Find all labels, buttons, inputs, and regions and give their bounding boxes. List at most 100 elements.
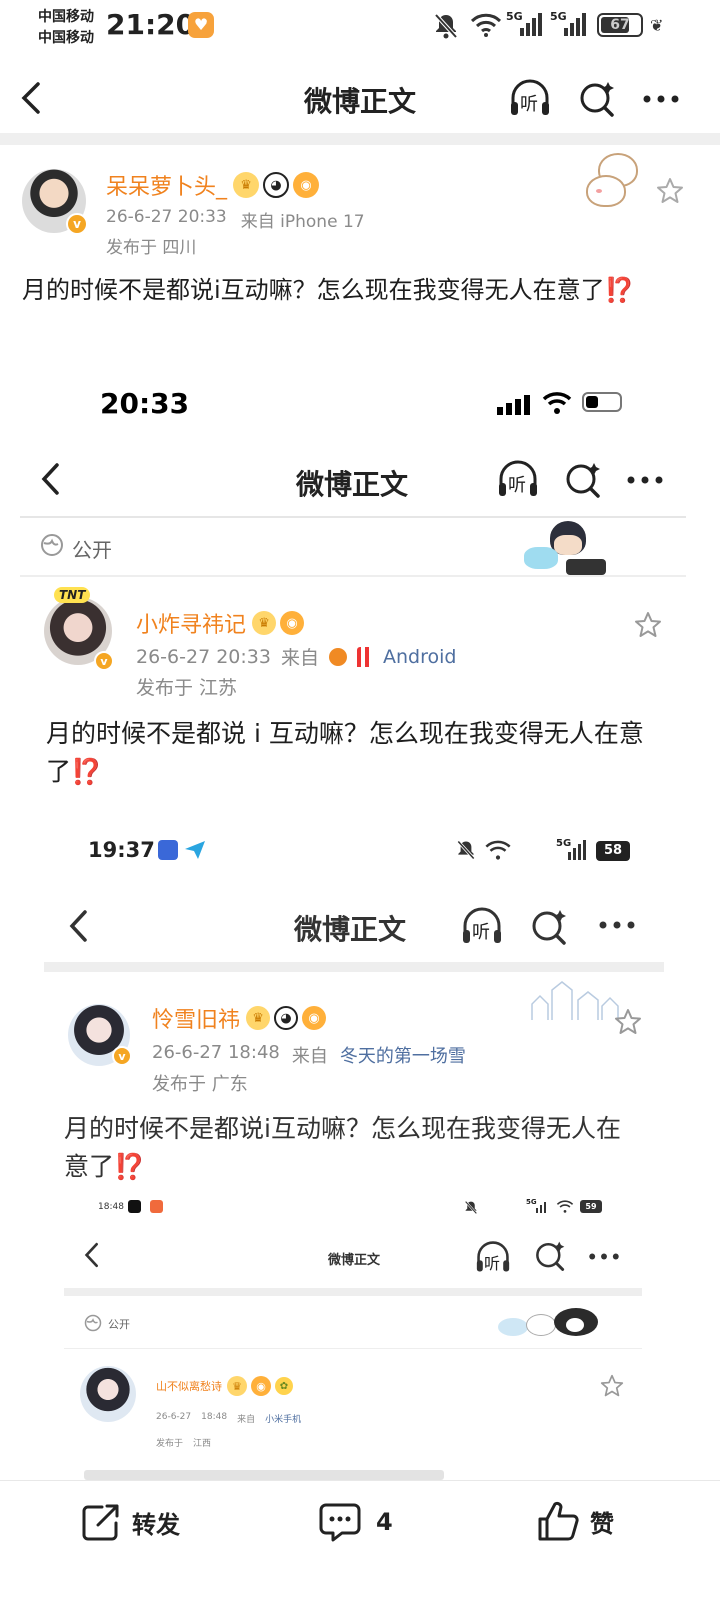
shot3-tiktok-icon <box>128 1200 141 1213</box>
shot2-meta: 26-6-27 18:48 来自 冬天的第一场雪 <box>152 1042 466 1068</box>
shot1-battery-icon <box>582 392 622 412</box>
shot3-author-row: 山不似离愁诗 ♛ ◉ ✿ <box>156 1376 293 1396</box>
shot2-baidu-icon <box>158 840 178 860</box>
shot2-signal-icon: 5G <box>556 838 590 862</box>
app-notification-icon: ♥ <box>188 12 214 38</box>
cat-sticker <box>584 153 646 209</box>
shot1-crown-icon: ♛ <box>252 611 277 635</box>
listen-label: 听 <box>520 94 538 115</box>
shot1-timestamp: 26-6-27 20:33 <box>136 645 271 668</box>
more-button[interactable] <box>642 94 680 104</box>
post-meta: 26-6-27 20:33 来自 iPhone 17 <box>106 207 365 232</box>
shot2-wifi-icon <box>484 840 512 860</box>
embedded-screenshot-1: 20:33 微博正文 听 公开 TNT v 小炸寻祎记 ♛ ◉ 26-6-27 … <box>0 375 720 815</box>
shot2-author-row: 怜雪旧祎 ♛ ◕ ◉ <box>152 1002 327 1034</box>
shot2-divider <box>44 962 664 972</box>
fish-icon: ◉ <box>293 172 320 198</box>
shot2-verified-badge: v <box>112 1046 132 1066</box>
shot1-globe-icon <box>40 533 64 557</box>
shot1-page-title: 微博正文 <box>296 468 409 501</box>
shot2-author-name[interactable]: 怜雪旧祎 <box>152 1002 240 1034</box>
shot3-time: 18:48 <box>98 1202 124 1212</box>
shot1-favorite-star-icon[interactable] <box>634 611 662 639</box>
favorite-star-icon[interactable] <box>656 177 684 205</box>
shot1-back-button[interactable] <box>38 461 64 497</box>
bottom-action-bar: 转发 4 赞 <box>0 1480 720 1600</box>
shot3-divider-mid <box>64 1348 642 1349</box>
wifi-icon <box>470 13 502 37</box>
orange-icon <box>328 647 347 666</box>
shot2-content: 月的时候不是都说i互动嘛？怎么现在我变得无人在意了⁉️ <box>64 1114 621 1181</box>
clock: 21:20 <box>106 8 196 41</box>
shot1-anime-sticker <box>522 519 612 579</box>
shot3-source[interactable]: 小米手机 <box>265 1412 301 1425</box>
search-icon[interactable] <box>578 80 616 118</box>
shot2-fish-icon: ◉ <box>302 1006 327 1030</box>
shot2-send-icon <box>184 840 206 860</box>
shot3-page-title: 微博正文 <box>328 1253 381 1268</box>
comment-button[interactable]: 4 <box>318 1501 393 1543</box>
shot2-listen-button[interactable]: 听 <box>460 906 504 946</box>
shot2-panda-icon: ◕ <box>274 1006 299 1030</box>
shot2-search-icon[interactable] <box>530 908 568 946</box>
shot3-battery-icon: 59 <box>580 1200 602 1213</box>
shot2-mute-icon <box>456 839 476 861</box>
like-button[interactable]: 赞 <box>536 1499 614 1543</box>
crown-icon: ♛ <box>233 172 260 198</box>
shot1-author-name[interactable]: 小炸寻祎记 <box>136 607 246 639</box>
shot2-favorite-star-icon[interactable] <box>614 1008 642 1036</box>
listen-button[interactable]: 听 <box>508 78 552 118</box>
status-bar: 中国移动 中国移动 21:20 ♥ 5G 5G 67 ❦ <box>0 0 720 52</box>
shot2-time: 19:37 <box>88 838 155 862</box>
shot3-date: 26-6-27 <box>156 1412 192 1422</box>
shot1-wifi-icon <box>542 391 572 415</box>
shot3-more-button[interactable] <box>588 1252 620 1261</box>
shot3-divider <box>64 1288 642 1296</box>
user-badges: ♛ ◕ ◉ <box>233 172 320 198</box>
shot3-author-name[interactable]: 山不似离愁诗 <box>156 1378 222 1394</box>
shot2-location: 发布于 广东 <box>152 1074 248 1095</box>
shot3-avatar[interactable] <box>80 1366 136 1422</box>
shot3-back-button[interactable] <box>82 1240 102 1270</box>
signal-icon-2: 5G <box>550 10 590 40</box>
shot3-meta: 26-6-27 18:48 来自 小米手机 <box>156 1412 302 1425</box>
section-divider <box>0 133 720 145</box>
shot3-favorite-star-icon[interactable] <box>600 1374 624 1398</box>
thumbs-up-icon <box>538 1501 579 1541</box>
shot1-divider-mid <box>20 575 686 577</box>
shot2-timestamp: 26-6-27 18:48 <box>152 1042 280 1063</box>
shot3-location: 发布于 江西 <box>156 1439 212 1449</box>
carrier-2: 中国移动 <box>38 30 94 46</box>
shot1-tnt-icon: TNT <box>54 587 91 603</box>
shot3-globe-icon <box>84 1314 102 1332</box>
repost-icon <box>82 1504 119 1541</box>
author-name[interactable]: 呆呆萝卜头_ <box>106 169 227 201</box>
shot1-location: 发布于 江苏 <box>136 677 238 699</box>
shot2-back-button[interactable] <box>66 908 92 944</box>
post-timestamp: 26-6-27 20:33 <box>106 207 227 227</box>
shot3-search-icon[interactable] <box>534 1240 566 1272</box>
shot3-visibility: 公开 <box>108 1318 130 1331</box>
shot1-divider-top <box>20 516 686 518</box>
embedded-screenshot-2: 19:37 5G 58 微博正文 听 v 怜雪旧祎 ♛ ◕ ◉ 26-6-27 … <box>0 826 720 1196</box>
shot1-listen-button[interactable]: 听 <box>496 459 540 499</box>
shot3-cats-sticker <box>496 1304 606 1340</box>
shot2-crown-icon: ♛ <box>246 1006 271 1030</box>
shot1-search-icon[interactable] <box>564 461 602 499</box>
repost-button[interactable]: 转发 <box>80 1501 180 1543</box>
battery-icon: 67 <box>597 13 643 37</box>
shot3-app-icon <box>150 1200 163 1213</box>
shot1-source[interactable]: Android <box>383 646 456 668</box>
shot3-flower-icon: ✿ <box>275 1377 293 1395</box>
post-source: 来自 iPhone 17 <box>240 212 365 232</box>
shot2-source[interactable]: 冬天的第一场雪 <box>340 1042 466 1068</box>
shot2-more-button[interactable] <box>598 920 636 930</box>
verified-badge: v <box>66 213 88 235</box>
shot1-time: 20:33 <box>100 387 190 420</box>
shot1-more-button[interactable] <box>626 475 664 485</box>
panda-icon: ◕ <box>263 172 290 198</box>
signal-icon-1: 5G <box>506 10 546 40</box>
shot3-time2: 18:48 <box>201 1412 228 1422</box>
comment-icon <box>319 1503 361 1542</box>
shot3-listen-button[interactable]: 听 <box>474 1240 512 1274</box>
